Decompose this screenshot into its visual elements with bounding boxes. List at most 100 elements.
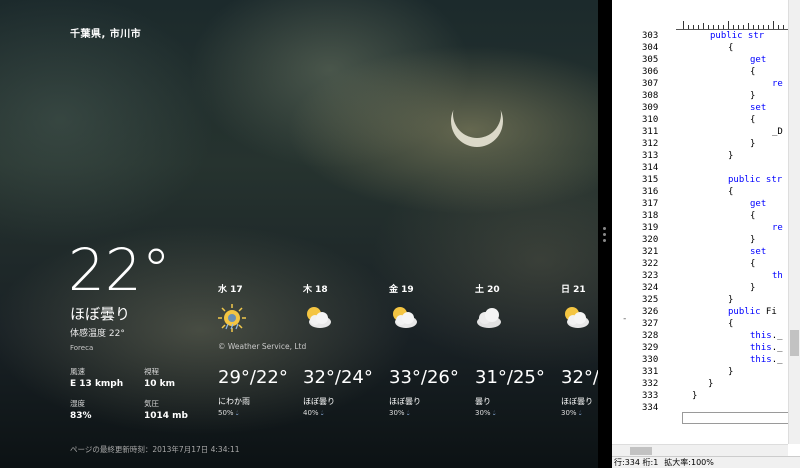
code-text: } <box>692 391 698 401</box>
code-keyword: re <box>772 79 783 89</box>
code-line: 321 set <box>612 246 788 258</box>
code-keyword: public str <box>710 31 765 41</box>
code-line: 325} <box>612 294 788 306</box>
splitter-grip-dot <box>603 233 606 236</box>
line-number: 333 <box>642 391 659 401</box>
forecast-day[interactable]: 土 20 31°/25° 曇り 30% 💧︎ <box>475 282 565 422</box>
forecast-precip: 30% 💧︎ <box>475 409 496 418</box>
code-line: 315 public str <box>612 174 788 186</box>
line-number: 303 <box>642 31 659 41</box>
forecast-day[interactable]: 金 19 33°/26° ほぼ曇り 30% 💧︎ <box>389 282 479 422</box>
line-number: 331 <box>642 367 659 377</box>
code-keyword: set <box>750 103 767 113</box>
code-line: 308} <box>612 90 788 102</box>
raindrop-icon: 💧︎ <box>320 409 324 417</box>
code-line: 312} <box>612 138 788 150</box>
code-keyword: get <box>750 199 767 209</box>
code-line: 317 get <box>612 198 788 210</box>
code-text: { <box>728 187 734 197</box>
code-line: 313} <box>612 150 788 162</box>
line-number: 306 <box>642 67 659 77</box>
code-line: 331} <box>612 366 788 378</box>
partly-cloudy-icon <box>393 307 417 328</box>
code-line: 320} <box>612 234 788 246</box>
code-text: this._ <box>750 342 783 354</box>
forecast-condition: 曇り <box>475 397 491 406</box>
line-number: 317 <box>642 199 659 209</box>
code-line: 311 _D <box>612 126 788 138</box>
code-line: 303 public str <box>612 30 788 42</box>
last-updated: ページの最終更新時刻：2013年7月17日 4:34:11 <box>70 445 240 454</box>
code-line: 328 this._ <box>612 330 788 342</box>
code-line: 307 re <box>612 78 788 90</box>
current-condition: ほぼ曇り <box>70 305 131 323</box>
line-number: 330 <box>642 355 659 365</box>
code-text: } <box>728 151 734 161</box>
current-line-highlight[interactable] <box>682 412 790 424</box>
code-line: 306 { <box>612 66 788 78</box>
code-identifier: ._ <box>771 331 783 341</box>
forecast-day-label: 日 21 <box>561 285 586 295</box>
code-line: 316 { <box>612 186 788 198</box>
code-text: } <box>750 235 756 245</box>
code-text: } <box>728 367 734 377</box>
fold-marker[interactable]: - <box>622 314 627 324</box>
location-title[interactable]: 千葉県, 市川市 <box>70 25 141 40</box>
forecast-condition: ほぼ曇り <box>303 397 335 406</box>
visibility-label: 視程 <box>144 367 159 376</box>
status-bar: 行:334 桁:1 拡大率:100% <box>612 456 800 468</box>
vertical-scrollbar[interactable] <box>788 0 800 444</box>
raindrop-icon: 💧︎ <box>235 409 239 417</box>
forecast-condition: ほぼ曇り <box>561 397 593 406</box>
forecast-precip: 50% 💧︎ <box>218 409 239 418</box>
horizontal-scroll-thumb[interactable] <box>630 447 652 455</box>
snap-splitter[interactable] <box>598 0 612 468</box>
line-number: 308 <box>642 91 659 101</box>
code-text: { <box>750 211 756 221</box>
line-number: 322 <box>642 259 659 269</box>
code-line: 314 <box>612 162 788 174</box>
line-number: 325 <box>642 295 659 305</box>
current-temperature: 22° <box>68 236 171 304</box>
forecast-temps: 31°/25° <box>475 367 545 388</box>
humidity-value: 83% <box>70 411 92 421</box>
line-number: 309 <box>642 103 659 113</box>
line-number: 305 <box>642 55 659 65</box>
provider-name[interactable]: Foreca <box>70 344 93 352</box>
code-text-area[interactable]: 303 public str 304 { 305 get 306 { 307 re 308… <box>612 30 788 440</box>
line-number: 310 <box>642 115 659 125</box>
code-line: 326 public Fi <box>612 306 788 318</box>
line-number: 314 <box>642 163 659 173</box>
wind-value: E 13 kmph <box>70 379 124 389</box>
code-identifier: ._ <box>771 355 783 365</box>
forecast-day[interactable]: 水 17 29°/22° にわか雨 50% 💧︎ <box>218 282 308 422</box>
line-number: 327 <box>642 319 659 329</box>
precip-value: 30% <box>561 409 577 417</box>
code-line: 305 get <box>612 54 788 66</box>
code-identifier: ._ <box>771 343 783 353</box>
code-text: { <box>750 259 756 269</box>
splitter-grip-dot <box>603 227 606 230</box>
code-keyword: get <box>750 55 767 65</box>
code-keyword: this <box>750 331 772 341</box>
partly-cloudy-icon <box>307 307 331 328</box>
forecast-day-label: 金 19 <box>389 285 414 295</box>
forecast-temps: 32°/24° <box>303 367 373 388</box>
precip-value: 30% <box>475 409 491 417</box>
line-number: 334 <box>642 403 659 413</box>
code-text: } <box>750 139 756 149</box>
code-line: 332} <box>612 378 788 390</box>
code-keyword: set <box>750 247 767 257</box>
weather-app: 千葉県, 市川市 22° ほぼ曇り 体感温度 22° Foreca 風速 E 1… <box>0 0 598 468</box>
forecast-day[interactable]: 木 18 32°/24° ほぼ曇り 40% 💧︎ <box>303 282 393 422</box>
cloudy-icon <box>477 308 501 328</box>
code-keyword: th <box>772 271 783 281</box>
line-number: 328 <box>642 331 659 341</box>
raindrop-icon: 💧︎ <box>578 409 582 417</box>
code-text: public str <box>710 30 764 42</box>
code-line: 327 { <box>612 318 788 330</box>
forecast-day[interactable]: 日 21 32°/25 ほぼ曇り 30% 💧︎ <box>561 282 598 422</box>
vertical-scroll-thumb[interactable] <box>790 330 799 356</box>
forecast-precip: 30% 💧︎ <box>561 409 582 418</box>
line-number: 321 <box>642 247 659 257</box>
